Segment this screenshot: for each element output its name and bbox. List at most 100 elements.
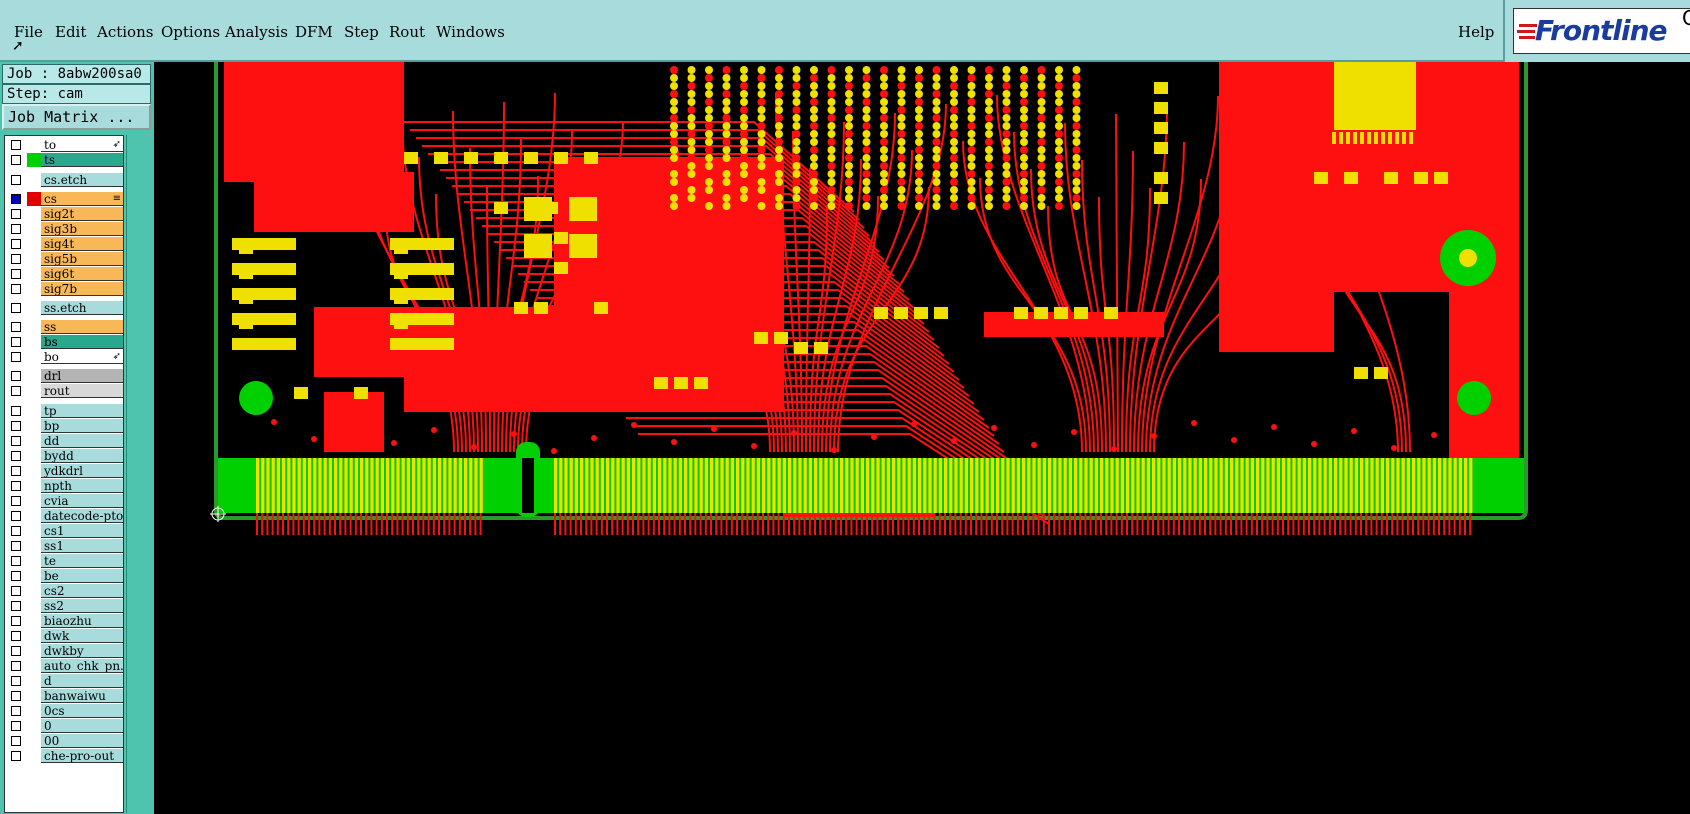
layer-row[interactable]: 0cs bbox=[5, 704, 123, 718]
layer-name[interactable]: dwk bbox=[41, 629, 123, 643]
layer-checkbox[interactable] bbox=[11, 706, 21, 716]
layer-name[interactable]: banwaiwu bbox=[41, 689, 123, 703]
layer-row[interactable]: to ➶ bbox=[5, 138, 123, 152]
job-matrix-button[interactable]: Job Matrix ... bbox=[2, 104, 151, 130]
layer-checkbox[interactable] bbox=[11, 496, 21, 506]
layer-name[interactable]: d bbox=[41, 674, 123, 688]
layer-name[interactable]: cvia bbox=[41, 494, 123, 508]
menu-help[interactable]: Help bbox=[1458, 23, 1494, 41]
layer-row[interactable]: ts bbox=[5, 153, 123, 167]
layer-checkbox[interactable] bbox=[11, 631, 21, 641]
layer-name[interactable]: rout bbox=[41, 384, 123, 398]
layer-row[interactable]: sig6t bbox=[5, 267, 123, 281]
menu-options[interactable]: Options bbox=[161, 23, 220, 41]
layer-checkbox[interactable] bbox=[11, 616, 21, 626]
layer-row[interactable]: ss bbox=[5, 320, 123, 334]
layer-row[interactable]: d bbox=[5, 674, 123, 688]
layer-name[interactable]: be bbox=[41, 569, 123, 583]
layer-name[interactable]: 0 bbox=[41, 719, 123, 733]
menu-windows[interactable]: Windows bbox=[436, 23, 505, 41]
layer-checkbox[interactable] bbox=[11, 571, 21, 581]
layer-name[interactable]: cs bbox=[41, 192, 123, 206]
layer-row[interactable]: che-pro-out bbox=[5, 749, 123, 763]
layer-row[interactable]: sig5b bbox=[5, 252, 123, 266]
layer-name[interactable]: bp bbox=[41, 419, 123, 433]
layer-checkbox[interactable] bbox=[11, 466, 21, 476]
layer-checkbox[interactable] bbox=[11, 224, 21, 234]
layer-row[interactable]: dwk bbox=[5, 629, 123, 643]
layer-row[interactable]: sig2t bbox=[5, 207, 123, 221]
layer-row[interactable]: be bbox=[5, 569, 123, 583]
layer-checkbox[interactable] bbox=[11, 371, 21, 381]
layer-name[interactable]: to bbox=[41, 138, 123, 152]
layer-name[interactable]: 00 bbox=[41, 734, 123, 748]
layer-checkbox[interactable] bbox=[11, 140, 21, 150]
layer-row[interactable]: ss.etch bbox=[5, 301, 123, 315]
layer-checkbox[interactable] bbox=[11, 386, 21, 396]
layer-row[interactable]: ss1 bbox=[5, 539, 123, 553]
layer-name[interactable]: drl bbox=[41, 369, 123, 383]
layer-checkbox[interactable] bbox=[11, 337, 21, 347]
layer-name[interactable]: sig3b bbox=[41, 222, 123, 236]
menu-dfm[interactable]: DFM bbox=[295, 23, 333, 41]
layer-row[interactable]: cs.etch bbox=[5, 173, 123, 187]
layer-name[interactable]: sig5b bbox=[41, 252, 123, 266]
layer-checkbox[interactable] bbox=[11, 676, 21, 686]
layer-row[interactable]: cs1 bbox=[5, 524, 123, 538]
layer-row[interactable]: sig7b bbox=[5, 282, 123, 296]
layer-checkbox[interactable] bbox=[11, 511, 21, 521]
layer-name[interactable]: cs.etch bbox=[41, 173, 123, 187]
layer-row[interactable]: dd bbox=[5, 434, 123, 448]
layer-name[interactable]: sig6t bbox=[41, 267, 123, 281]
layer-row[interactable]: sig3b bbox=[5, 222, 123, 236]
layer-name[interactable]: che-pro-out bbox=[41, 749, 123, 763]
layer-name[interactable]: bydd bbox=[41, 449, 123, 463]
menu-analysis[interactable]: Analysis bbox=[225, 23, 288, 41]
menu-rout[interactable]: Rout bbox=[389, 23, 425, 41]
layer-checkbox[interactable] bbox=[11, 691, 21, 701]
layer-name[interactable]: dd bbox=[41, 434, 123, 448]
layer-name[interactable]: biaozhu bbox=[41, 614, 123, 628]
layer-name[interactable]: datecode-pto bbox=[41, 509, 123, 523]
layer-checkbox[interactable] bbox=[11, 421, 21, 431]
layer-row[interactable]: auto_chk_pn... bbox=[5, 659, 123, 673]
layer-name[interactable]: bs bbox=[41, 335, 123, 349]
menu-actions[interactable]: Actions bbox=[97, 23, 153, 41]
layer-name[interactable]: ss.etch bbox=[41, 301, 123, 315]
layer-name[interactable]: cs2 bbox=[41, 584, 123, 598]
layer-name[interactable]: sig4t bbox=[41, 237, 123, 251]
layer-checkbox[interactable] bbox=[11, 239, 21, 249]
layer-checkbox[interactable] bbox=[11, 601, 21, 611]
layer-row[interactable]: bo ➶ bbox=[5, 350, 123, 364]
layer-row[interactable]: bydd bbox=[5, 449, 123, 463]
layer-row[interactable]: banwaiwu bbox=[5, 689, 123, 703]
layer-checkbox[interactable] bbox=[11, 209, 21, 219]
graphic-canvas[interactable] bbox=[154, 62, 1690, 814]
layer-checkbox[interactable] bbox=[11, 721, 21, 731]
layer-name[interactable]: dwkby bbox=[41, 644, 123, 658]
layer-name[interactable]: bo bbox=[41, 350, 123, 364]
layer-row[interactable]: cs ≡ bbox=[5, 192, 123, 206]
layer-checkbox[interactable] bbox=[11, 254, 21, 264]
layer-name[interactable]: sig2t bbox=[41, 207, 123, 221]
layer-name[interactable]: ss bbox=[41, 320, 123, 334]
layer-checkbox[interactable] bbox=[11, 661, 21, 671]
layer-name[interactable]: ss2 bbox=[41, 599, 123, 613]
layer-row[interactable]: ydkdrl bbox=[5, 464, 123, 478]
layer-row[interactable]: 00 bbox=[5, 734, 123, 748]
layer-checkbox[interactable] bbox=[11, 352, 21, 362]
layer-checkbox[interactable] bbox=[11, 586, 21, 596]
layer-checkbox[interactable] bbox=[11, 155, 21, 165]
layer-checkbox[interactable] bbox=[11, 736, 21, 746]
layer-row[interactable]: dwkby bbox=[5, 644, 123, 658]
layer-row[interactable]: tp bbox=[5, 404, 123, 418]
layer-name[interactable]: auto_chk_pn... bbox=[41, 659, 123, 673]
layer-row[interactable]: te bbox=[5, 554, 123, 568]
layer-checkbox[interactable] bbox=[11, 526, 21, 536]
layer-name[interactable]: npth bbox=[41, 479, 123, 493]
layer-checkbox[interactable] bbox=[11, 194, 21, 204]
layer-checkbox[interactable] bbox=[11, 451, 21, 461]
layer-name[interactable]: cs1 bbox=[41, 524, 123, 538]
layer-name[interactable]: te bbox=[41, 554, 123, 568]
layer-checkbox[interactable] bbox=[11, 406, 21, 416]
